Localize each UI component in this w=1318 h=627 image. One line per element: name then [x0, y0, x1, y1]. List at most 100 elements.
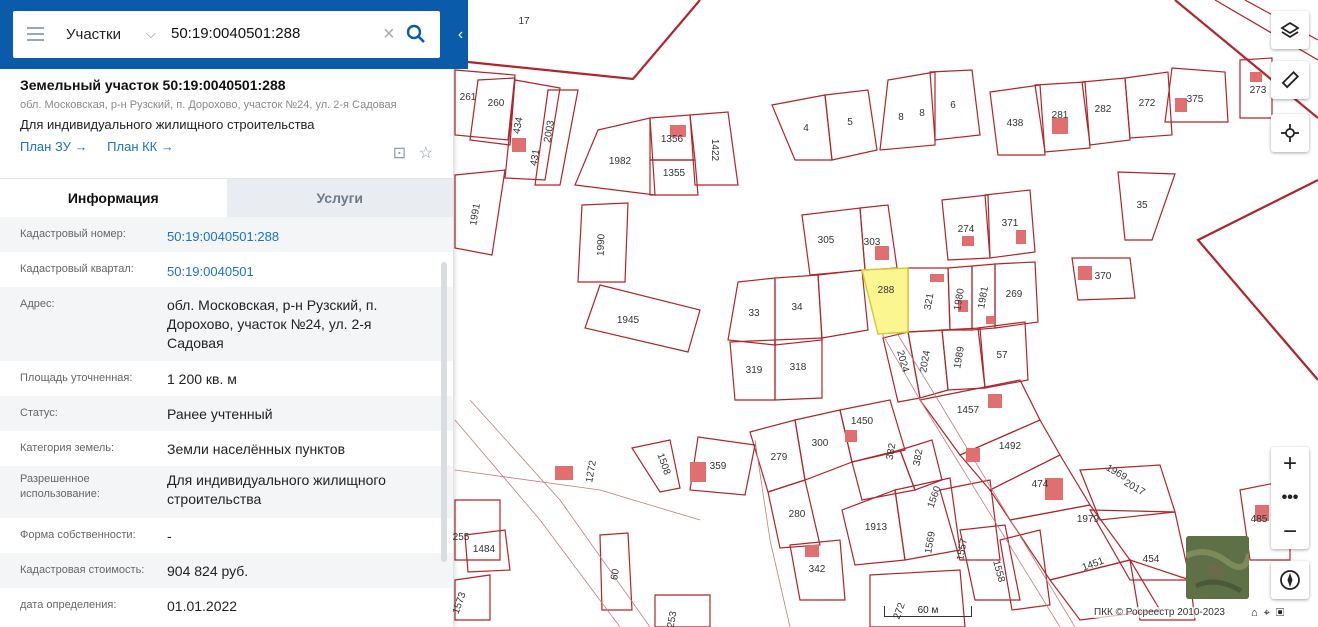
ruler-button[interactable]	[1271, 61, 1309, 99]
print-icon[interactable]: ▣	[1276, 607, 1290, 619]
svg-text:1979: 1979	[1077, 514, 1100, 525]
svg-text:33: 33	[748, 308, 760, 319]
svg-text:454: 454	[1143, 554, 1160, 565]
table-row: Кадастровая стоимость: 904 824 руб.	[0, 553, 453, 588]
compass-button[interactable]	[1271, 561, 1309, 599]
tab-services[interactable]: Услуги	[226, 179, 453, 217]
table-row: Форма собственности: -	[0, 518, 453, 553]
zoom-in-button[interactable]: +	[1271, 447, 1309, 481]
svg-text:34: 34	[791, 302, 803, 313]
svg-text:1457: 1457	[957, 405, 980, 416]
svg-text:282: 282	[1095, 104, 1112, 115]
svg-text:1450: 1450	[851, 416, 874, 427]
table-row: Адрес: обл. Московская, р-н Рузский, п. …	[0, 287, 453, 361]
parcel-purpose: Для индивидуального жилищного строительс…	[20, 117, 315, 132]
svg-text:8: 8	[898, 112, 904, 123]
table-row: Разрешенное использование: Для индивидуа…	[0, 466, 453, 518]
field-value: 01.01.2022	[167, 598, 238, 614]
compass-icon	[1280, 570, 1300, 590]
field-label: Кадастровый номер:	[20, 228, 126, 240]
zoom-controls: + ••• −	[1271, 447, 1309, 549]
svg-text:1982: 1982	[609, 156, 632, 167]
field-label: Разрешенное использование:	[20, 473, 100, 500]
svg-text:319: 319	[746, 365, 763, 376]
search-icon[interactable]	[406, 24, 426, 44]
svg-text:342: 342	[809, 564, 826, 575]
svg-text:438: 438	[1007, 118, 1024, 129]
table-row: Кадастровый номер: 50:19:0040501:288	[0, 217, 453, 252]
svg-text:269: 269	[1006, 289, 1023, 300]
field-label: Форма собственности:	[20, 529, 136, 541]
field-value: обл. Московская, р-н Рузский, п. Дорохов…	[167, 297, 378, 351]
parcel-address: обл. Московская, р-н Рузский, п. Дорохов…	[20, 99, 397, 111]
close-icon[interactable]: ×	[383, 23, 395, 46]
table-row: Статус: Ранее учтенный	[0, 396, 453, 431]
field-value: Для индивидуального жилищного строительс…	[167, 472, 386, 507]
parcel-title: Земельный участок 50:19:0040501:288	[20, 77, 286, 93]
field-label: Категория земель:	[20, 442, 115, 454]
parcel-header: Земельный участок 50:19:0040501:288 обл.…	[0, 69, 453, 178]
tab-info[interactable]: Информация	[0, 179, 227, 217]
svg-text:1913: 1913	[865, 522, 888, 533]
cadastral-number-link[interactable]: 50:19:0040501:288	[167, 217, 407, 246]
locate-icon[interactable]: ⌖	[1264, 607, 1276, 619]
table-row: дата определения: 01.01.2022	[0, 588, 453, 623]
svg-text:375: 375	[1187, 94, 1204, 105]
cadastral-quarter-link[interactable]: 50:19:0040501	[167, 252, 407, 281]
field-label: Адрес:	[20, 298, 55, 310]
zoom-to-icon[interactable]: ⊡	[393, 145, 406, 162]
svg-text:261: 261	[460, 92, 477, 103]
menu-icon[interactable]	[27, 27, 44, 41]
svg-text:6: 6	[950, 100, 956, 111]
plan-kk-link[interactable]: План КК →	[107, 139, 174, 154]
svg-text:4: 4	[803, 123, 809, 134]
attributes-table: Кадастровый номер: 50:19:0040501:288 Кад…	[0, 217, 453, 623]
attribution: ПКК © Росреестр 2010-2023	[1094, 607, 1225, 618]
footer-icons: ⌂⌖▣	[1251, 607, 1290, 620]
minimap[interactable]	[1186, 536, 1249, 599]
more-icon[interactable]: •••	[1271, 481, 1309, 515]
svg-text:359: 359	[710, 461, 727, 472]
svg-text:5: 5	[847, 117, 853, 128]
crosshair-icon	[1281, 124, 1299, 142]
layers-button[interactable]	[1271, 11, 1309, 49]
field-value: 904 824 руб.	[167, 563, 249, 579]
tabs: Информация Услуги	[0, 178, 453, 217]
svg-text:281: 281	[1052, 110, 1069, 121]
table-row: Площадь уточненная: 1 200 кв. м	[0, 361, 453, 396]
table-row: Кадастровый квартал: 50:19:0040501	[0, 252, 453, 287]
locate-button[interactable]	[1271, 114, 1309, 152]
svg-text:274: 274	[958, 224, 975, 235]
field-label: Кадастровый квартал:	[20, 263, 134, 275]
search-bar: Участки ⌵ 50:19:0040501:288 ×	[0, 0, 453, 69]
category-select[interactable]: Участки	[66, 26, 121, 43]
svg-text:1492: 1492	[999, 441, 1022, 452]
field-value: Ранее учтенный	[167, 406, 273, 422]
svg-text:35: 35	[1136, 200, 1148, 211]
svg-text:1356: 1356	[661, 134, 684, 145]
svg-text:280: 280	[789, 509, 806, 520]
zoom-out-button[interactable]: −	[1271, 515, 1309, 549]
plan-zu-link[interactable]: План ЗУ →	[20, 139, 88, 154]
search-box: Участки ⌵ 50:19:0040501:288 ×	[13, 11, 440, 58]
map-label: 17	[518, 16, 530, 27]
svg-text:1484: 1484	[473, 544, 496, 555]
svg-text:1355: 1355	[663, 168, 686, 179]
scrollbar[interactable]	[441, 262, 447, 562]
field-label: дата определения:	[20, 599, 117, 611]
svg-text:1945: 1945	[617, 315, 640, 326]
home-icon[interactable]: ⌂	[1251, 607, 1264, 619]
svg-text:272: 272	[1139, 98, 1156, 109]
svg-text:303: 303	[864, 237, 881, 248]
field-label: Кадастровая стоимость:	[20, 564, 145, 576]
collapse-panel-button[interactable]: ‹	[453, 0, 468, 69]
info-panel: Участки ⌵ 50:19:0040501:288 × Земельный …	[0, 0, 453, 627]
search-input[interactable]: 50:19:0040501:288	[171, 25, 300, 42]
chevron-down-icon[interactable]: ⌵	[146, 26, 156, 42]
ruler-icon	[1281, 70, 1300, 89]
field-value: 1 200 кв. м	[167, 371, 237, 387]
svg-text:260: 260	[488, 98, 505, 109]
star-icon[interactable]: ☆	[419, 145, 433, 162]
field-value: -	[167, 528, 172, 544]
layers-icon	[1280, 21, 1300, 39]
